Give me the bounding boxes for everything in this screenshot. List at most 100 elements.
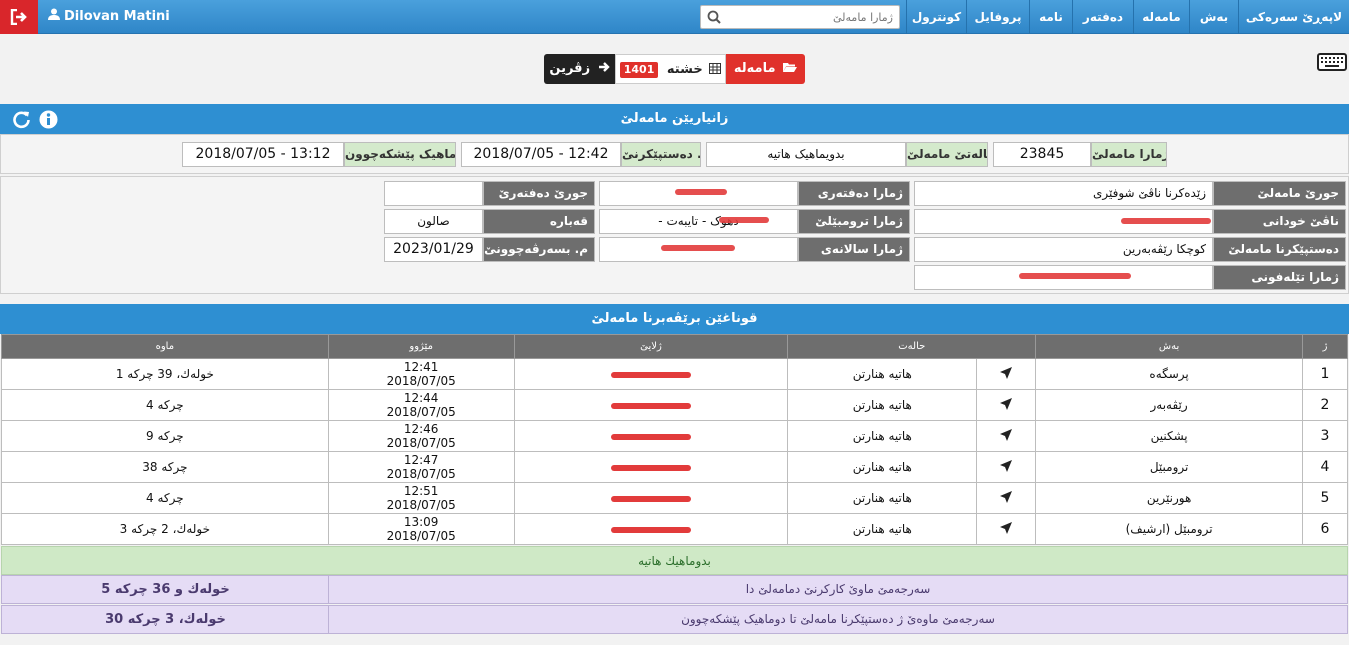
start-label: م. دەستپێکرنێ — [621, 142, 701, 167]
time-text: 12:46 — [403, 422, 439, 436]
start-value: 2018/07/05 - 12:42 — [461, 142, 621, 167]
status-cell: هاتیە هنارتن — [787, 513, 978, 545]
date-cell: 12:51 2018/07/05 — [327, 482, 515, 514]
steps-label: خشتە — [666, 62, 703, 77]
nav-letters[interactable]: نامە — [1029, 0, 1072, 34]
redaction-mark — [611, 402, 691, 409]
info-panel-header: زانیاریێن مامەلێ — [0, 104, 1349, 134]
back-button[interactable]: زڤرین — [544, 54, 615, 84]
date-cell: 12:46 2018/07/05 — [327, 420, 515, 452]
steps-table: ماوە مێژوو ژلایێ حالەت بەش ژ 1 خولەك، 39… — [1, 334, 1349, 545]
summary-total-time-label: سەرجەمێ ماوەێ ژ دەستپێکرنا مامەلێ تا دوم… — [328, 606, 1347, 633]
number-cell: 5 — [1301, 482, 1349, 514]
summary-row-work-time: 5 خولەك و 36 چرکە سەرجەمێ ماوێ کارکرنێ د… — [1, 575, 1348, 604]
table-row: 1 خولەك، 39 چرکە 12:41 2018/07/05 هاتیە ه… — [1, 358, 1349, 390]
user-cell[interactable] — [513, 451, 789, 483]
department-cell: هورنێرین — [1035, 482, 1303, 514]
redaction-mark — [1019, 273, 1131, 279]
user-cell[interactable] — [513, 358, 789, 390]
top-navbar: Dilovan Matini کونترول پروفایل نامە دەفت… — [0, 0, 1349, 34]
nav-books[interactable]: دەفتەر — [1072, 0, 1133, 34]
search-input[interactable] — [723, 6, 893, 28]
user-cell[interactable] — [513, 513, 789, 545]
status-value: بدویماهیک هاتیە — [706, 142, 906, 167]
detail-plate-label: ژمارا ترومبێلێ — [798, 209, 910, 234]
detail-size-label: قەبارە — [483, 209, 595, 234]
time-text: 12:41 — [403, 360, 439, 374]
nav-departments[interactable]: بەش — [1189, 0, 1238, 34]
date-text: 2018/07/05 — [386, 498, 456, 512]
send-icon — [976, 358, 1037, 390]
redaction-mark — [675, 189, 727, 195]
table-icon — [709, 63, 722, 74]
case-number-value: 23845 — [993, 142, 1091, 167]
number-cell: 2 — [1301, 389, 1349, 421]
refresh-icon[interactable] — [12, 110, 31, 129]
department-cell: رێڤەبەر — [1035, 389, 1303, 421]
detail-book-type-label: جورێ دەفتەرێ — [483, 181, 595, 206]
keyboard-icon[interactable] — [1317, 53, 1347, 74]
redaction-mark — [611, 433, 691, 440]
status-cell: هاتیە هنارتن — [787, 451, 978, 483]
detail-phone-label: ژمارا تێلەفونی — [1213, 265, 1346, 290]
detail-size-value: صالون — [384, 209, 483, 234]
case-number-label: ژمارا مامەلێ — [1091, 142, 1167, 167]
user-cell[interactable] — [513, 420, 789, 452]
table-row: 9 چرکە 12:46 2018/07/05 هاتیە هنارتن پشکن… — [1, 420, 1349, 452]
header-status: حالەت — [787, 334, 1037, 359]
nav-cases[interactable]: مامەلە — [1133, 0, 1189, 34]
date-text: 2018/07/05 — [386, 405, 456, 419]
send-icon — [976, 389, 1037, 421]
table-row: 3 خولەك، 2 چرکە 13:09 2018/07/05 هاتیە هن… — [1, 513, 1349, 545]
steps-button[interactable]: 1401 خشتە — [615, 54, 726, 84]
steps-panel-header: قوناغێن برێڤەبرنا مامەلێ — [0, 304, 1349, 334]
nav-home[interactable]: لاپەڕێ سەرەکی — [1238, 0, 1349, 34]
header-number: ژ — [1301, 334, 1349, 359]
duration-cell: 38 چرکە — [1, 451, 329, 483]
info-icon[interactable] — [39, 110, 58, 129]
number-cell: 3 — [1301, 420, 1349, 452]
duration-cell: 3 خولەك، 2 چرکە — [1, 513, 329, 545]
status-label: حالەتێ مامەلێ — [906, 142, 988, 167]
table-row: 4 چرکە 12:51 2018/07/05 هاتیە هنارتن هورن… — [1, 482, 1349, 514]
redaction-mark — [611, 526, 691, 533]
send-icon — [976, 420, 1037, 452]
nav-profile[interactable]: پروفایل — [966, 0, 1029, 34]
date-cell: 12:41 2018/07/05 — [327, 358, 515, 390]
case-button[interactable]: مامەلە — [726, 54, 805, 84]
status-cell: هاتیە هنارتن — [787, 420, 978, 452]
department-cell: پشکنین — [1035, 420, 1303, 452]
date-cell: 13:09 2018/07/05 — [327, 513, 515, 545]
number-cell: 6 — [1301, 513, 1349, 545]
header-user: ژلایێ — [513, 334, 789, 359]
search-box[interactable] — [700, 5, 900, 29]
status-cell: هاتیە هنارتن — [787, 389, 978, 421]
detail-book-type-value — [384, 181, 483, 206]
number-cell: 1 — [1301, 358, 1349, 390]
status-cell: هاتیە هنارتن — [787, 482, 978, 514]
case-label: مامەلە — [733, 61, 776, 76]
user-name: Dilovan Matini — [64, 9, 170, 24]
table-row: 4 چرکە 12:44 2018/07/05 هاتیە هنارتن رێڤە… — [1, 389, 1349, 421]
completed-banner: بدوماهیك هاتیە — [1, 546, 1348, 575]
logout-button[interactable] — [0, 0, 38, 34]
info-panel-body: 2018/07/05 - 13:12 دوماهیک پێشکەچوون 201… — [0, 134, 1349, 174]
nav-control[interactable]: کونترول — [906, 0, 966, 34]
redaction-mark — [661, 245, 735, 251]
detail-expiry-value: 2023/01/29 — [384, 237, 483, 262]
search-icon — [707, 10, 721, 24]
send-icon — [976, 451, 1037, 483]
summary-work-time-value: 5 خولەك و 36 چرکە — [101, 582, 230, 597]
redaction-mark — [719, 217, 769, 223]
department-cell: پرسگەه — [1035, 358, 1303, 390]
send-icon — [976, 513, 1037, 545]
summary-total-time-value: 30 خولەك، 3 چرکە — [105, 612, 226, 627]
date-text: 2018/07/05 — [386, 529, 456, 543]
user-cell[interactable] — [513, 389, 789, 421]
end-label: دوماهیک پێشکەچوون — [344, 142, 456, 167]
user-cell[interactable] — [513, 482, 789, 514]
date-text: 2018/07/05 — [386, 436, 456, 450]
user-menu[interactable]: Dilovan Matini — [48, 0, 170, 34]
duration-cell: 1 خولەك، 39 چرکە — [1, 358, 329, 390]
time-text: 13:09 — [403, 515, 439, 529]
